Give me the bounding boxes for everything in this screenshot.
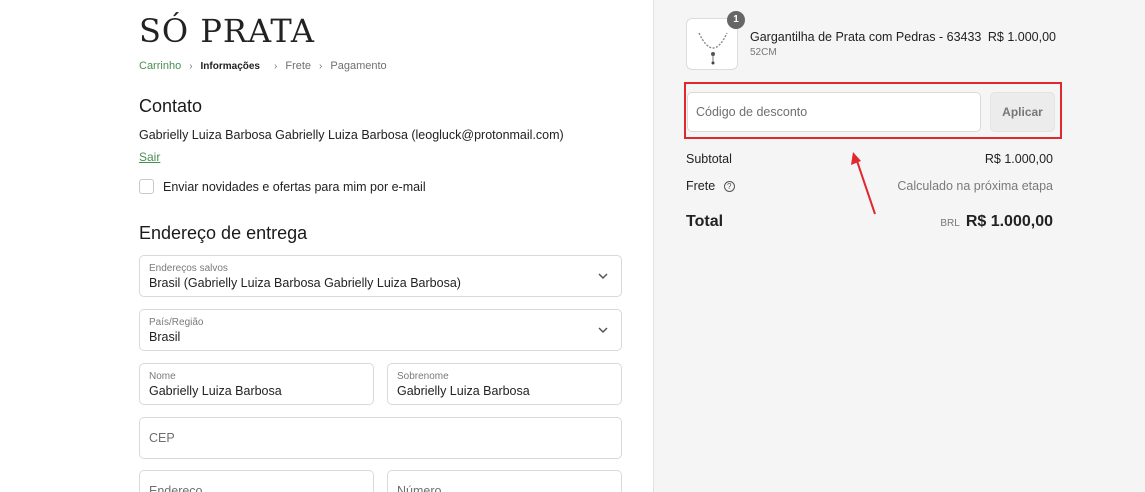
discount-code-input[interactable]: Código de desconto [687,92,981,132]
product-variant: 52CM [750,47,777,58]
saved-addresses-value: Brasil (Gabrielly Luiza Barbosa Gabriell… [149,276,461,290]
help-icon[interactable]: ? [723,181,735,192]
cep-placeholder: CEP [149,431,175,445]
total-amount: BRL R$ 1.000,00 [940,213,1053,231]
store-logo[interactable]: SÓ PRATA [139,12,315,50]
last-name-label: Sobrenome [397,371,449,382]
subtotal-label: Subtotal [686,152,732,166]
breadcrumb-payment: Pagamento [330,60,387,72]
contact-heading: Contato [139,96,203,116]
first-name-field[interactable]: Nome Gabrielly Luiza Barbosa [139,363,374,405]
quantity-badge: 1 [727,11,745,29]
country-select[interactable]: País/Região Brasil [139,309,622,351]
product-price: R$ 1.000,00 [987,30,1056,44]
product-name: Gargantilha de Prata com Pedras - 63433 [750,30,982,44]
logout-link[interactable]: Sair [139,150,160,164]
shipping-address-heading: Endereço de entrega [139,223,308,243]
total-row: Total BRL R$ 1.000,00 [686,213,1053,231]
chevron-right-icon: › [274,60,278,72]
number-placeholder: Número [397,484,442,492]
subtotal-value: R$ 1.000,00 [984,152,1053,166]
saved-addresses-label: Endereços salvos [149,263,228,274]
apply-discount-button[interactable]: Aplicar [990,92,1055,132]
checkout-page: SÓ PRATA Carrinho › Informações › Frete … [0,0,1145,492]
shipping-row: Frete ? Calculado na próxima etapa [686,179,1053,193]
newsletter-checkbox[interactable] [139,179,154,194]
chevron-right-icon: › [189,60,193,72]
order-line-item: 1 Gargantilha de Prata com Pedras - 6343… [686,11,1056,72]
checkout-form-panel: SÓ PRATA Carrinho › Informações › Frete … [0,0,653,492]
first-name-label: Nome [149,371,176,382]
cep-field[interactable]: CEP [139,417,622,459]
chevron-down-icon [598,327,608,334]
address-placeholder: Endereço [149,484,203,492]
shipping-label: Frete [686,179,716,193]
chevron-down-icon [598,273,608,280]
saved-addresses-select[interactable]: Endereços salvos Brasil (Gabrielly Luiza… [139,255,622,297]
order-summary-panel [653,0,1145,492]
shipping-value: Calculado na próxima etapa [897,179,1053,193]
last-name-value: Gabrielly Luiza Barbosa [397,384,530,398]
first-name-value: Gabrielly Luiza Barbosa [149,384,282,398]
contact-user-info: Gabrielly Luiza Barbosa Gabrielly Luiza … [139,128,564,142]
number-field[interactable]: Número [387,470,622,492]
total-value: R$ 1.000,00 [965,213,1053,230]
breadcrumb-cart[interactable]: Carrinho [139,60,181,72]
last-name-field[interactable]: Sobrenome Gabrielly Luiza Barbosa [387,363,622,405]
currency-code: BRL [940,218,960,229]
newsletter-option[interactable]: Enviar novidades e ofertas para mim por … [139,179,426,194]
breadcrumb-shipping: Frete [285,60,312,72]
country-value: Brasil [149,330,181,344]
total-label: Total [686,213,724,230]
country-label: País/Região [149,317,204,328]
chevron-right-icon: › [319,60,323,72]
address-field[interactable]: Endereço [139,470,374,492]
breadcrumb-information: Informações [200,60,260,72]
subtotal-row: Subtotal R$ 1.000,00 [686,152,1053,166]
newsletter-label: Enviar novidades e ofertas para mim por … [163,179,426,194]
breadcrumb: Carrinho › Informações › Frete › Pagamen… [139,60,387,72]
